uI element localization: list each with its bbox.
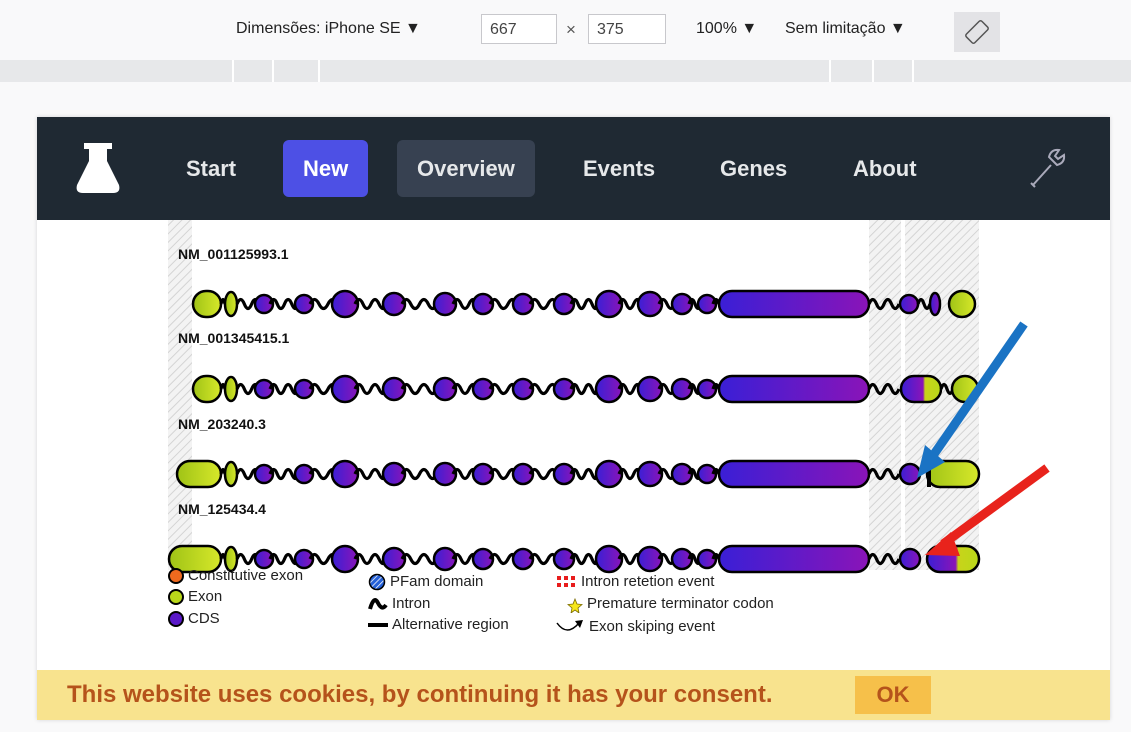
navbar: Start New Overview Events Genes About [37, 117, 1110, 220]
height-input[interactable]: 375 [588, 14, 666, 44]
nav-start[interactable]: Start [166, 140, 256, 197]
cds-exon[interactable] [330, 289, 360, 319]
cds-exon[interactable] [636, 545, 664, 573]
cds-exon[interactable] [594, 459, 624, 489]
alternative-region-swatch-icon [368, 623, 388, 628]
cookie-ok-button[interactable]: OK [855, 676, 931, 714]
cds-exon[interactable] [330, 374, 360, 404]
intron-line [400, 467, 439, 481]
legend-intron-retention: Intron retetion event [555, 573, 714, 590]
width-input[interactable]: 667 [481, 14, 557, 44]
cds-exon[interactable] [381, 291, 407, 317]
flask-icon[interactable] [75, 143, 121, 198]
cds-exon[interactable] [717, 374, 871, 404]
intron-line [400, 297, 439, 311]
blue-arrow-icon [926, 321, 1028, 463]
first-exon[interactable] [191, 374, 223, 404]
cds-exon[interactable] [432, 461, 458, 487]
cds-exon[interactable] [432, 376, 458, 402]
cds-exon[interactable] [717, 289, 871, 319]
wrench-icon[interactable] [1027, 147, 1067, 194]
rotate-icon [965, 20, 989, 44]
cds-exon[interactable] [899, 374, 943, 404]
legend-exon: Exon [168, 588, 222, 606]
cds-exon[interactable] [928, 291, 942, 317]
last-exon[interactable] [947, 289, 977, 319]
legend-constitutive-exon: Constitutive exon [168, 567, 303, 585]
legend-exon-skipping: Exon skiping event [555, 618, 715, 635]
legend-premature-stop: Premature terminator codon [567, 595, 774, 614]
star-icon [567, 597, 583, 614]
zoom-selector[interactable]: 100% ▼ [696, 20, 757, 38]
legend-cds: CDS [168, 610, 220, 628]
throttle-selector[interactable]: Sem limitação ▼ [785, 20, 906, 38]
cds-exon[interactable] [898, 462, 922, 486]
cds-exon[interactable] [381, 461, 407, 487]
cds-swatch-icon [168, 611, 184, 628]
intron-line [400, 552, 439, 566]
intron-line [867, 552, 901, 566]
exon[interactable] [223, 290, 239, 318]
intron-line [916, 297, 932, 311]
cookie-banner: This website uses cookies, by continuing… [37, 670, 1110, 720]
cds-exon[interactable] [898, 547, 922, 571]
nav-events[interactable]: Events [563, 140, 675, 197]
intron-line [400, 382, 439, 396]
exon-swatch-icon [168, 589, 184, 606]
cds-exon[interactable] [594, 289, 624, 319]
exon[interactable] [223, 375, 239, 403]
first-exon[interactable] [175, 459, 223, 489]
nav-new[interactable]: New [283, 140, 369, 197]
cds-exon[interactable] [636, 290, 664, 318]
cds-exon[interactable] [330, 459, 360, 489]
nav-overview[interactable]: Overview [397, 140, 535, 197]
cds-exon[interactable] [636, 375, 664, 403]
times-symbol: × [566, 20, 576, 39]
rotate-button[interactable] [954, 12, 1000, 52]
cds-exon[interactable] [381, 546, 407, 572]
constitutive-exon-swatch-icon [168, 568, 184, 585]
cds-exon[interactable] [432, 546, 458, 572]
cds-exon[interactable] [432, 291, 458, 317]
transcript-overview: NM_001125993.1 NM_001345415.1 NM_203240.… [37, 220, 1110, 670]
intron-swatch-icon [368, 598, 388, 610]
legend-intron: Intron [368, 595, 430, 612]
cds-exon[interactable] [636, 460, 664, 488]
nav-about[interactable]: About [833, 140, 937, 197]
device-selector[interactable]: Dimensões: iPhone SE ▼ [236, 20, 421, 38]
cds-exon[interactable] [594, 374, 624, 404]
cds-exon[interactable] [717, 544, 871, 574]
cookie-message: This website uses cookies, by continuing… [67, 681, 773, 708]
cds-exon[interactable] [594, 544, 624, 574]
responsive-toolbar: Dimensões: iPhone SE ▼ 667 × 375 100% ▼ … [0, 0, 1131, 61]
viewport-ruler [0, 60, 1131, 82]
legend-alternative-region: Alternative region [368, 616, 509, 633]
cds-exon[interactable] [381, 376, 407, 402]
nav-genes[interactable]: Genes [700, 140, 807, 197]
intron-retention-swatch-icon [557, 576, 575, 588]
intron-line [867, 467, 901, 481]
intron-line [867, 382, 901, 396]
legend-pfam: PFam domain [368, 573, 483, 591]
first-exon[interactable] [191, 289, 223, 319]
cds-exon[interactable] [898, 293, 920, 315]
cds-exon[interactable] [330, 544, 360, 574]
cds-exon[interactable] [717, 459, 871, 489]
intron-line [867, 297, 901, 311]
device-viewport: Start New Overview Events Genes About NM… [37, 117, 1110, 720]
exon[interactable] [223, 460, 239, 488]
pfam-domain-swatch-icon [368, 573, 386, 591]
curved-arrow-icon [556, 620, 583, 631]
